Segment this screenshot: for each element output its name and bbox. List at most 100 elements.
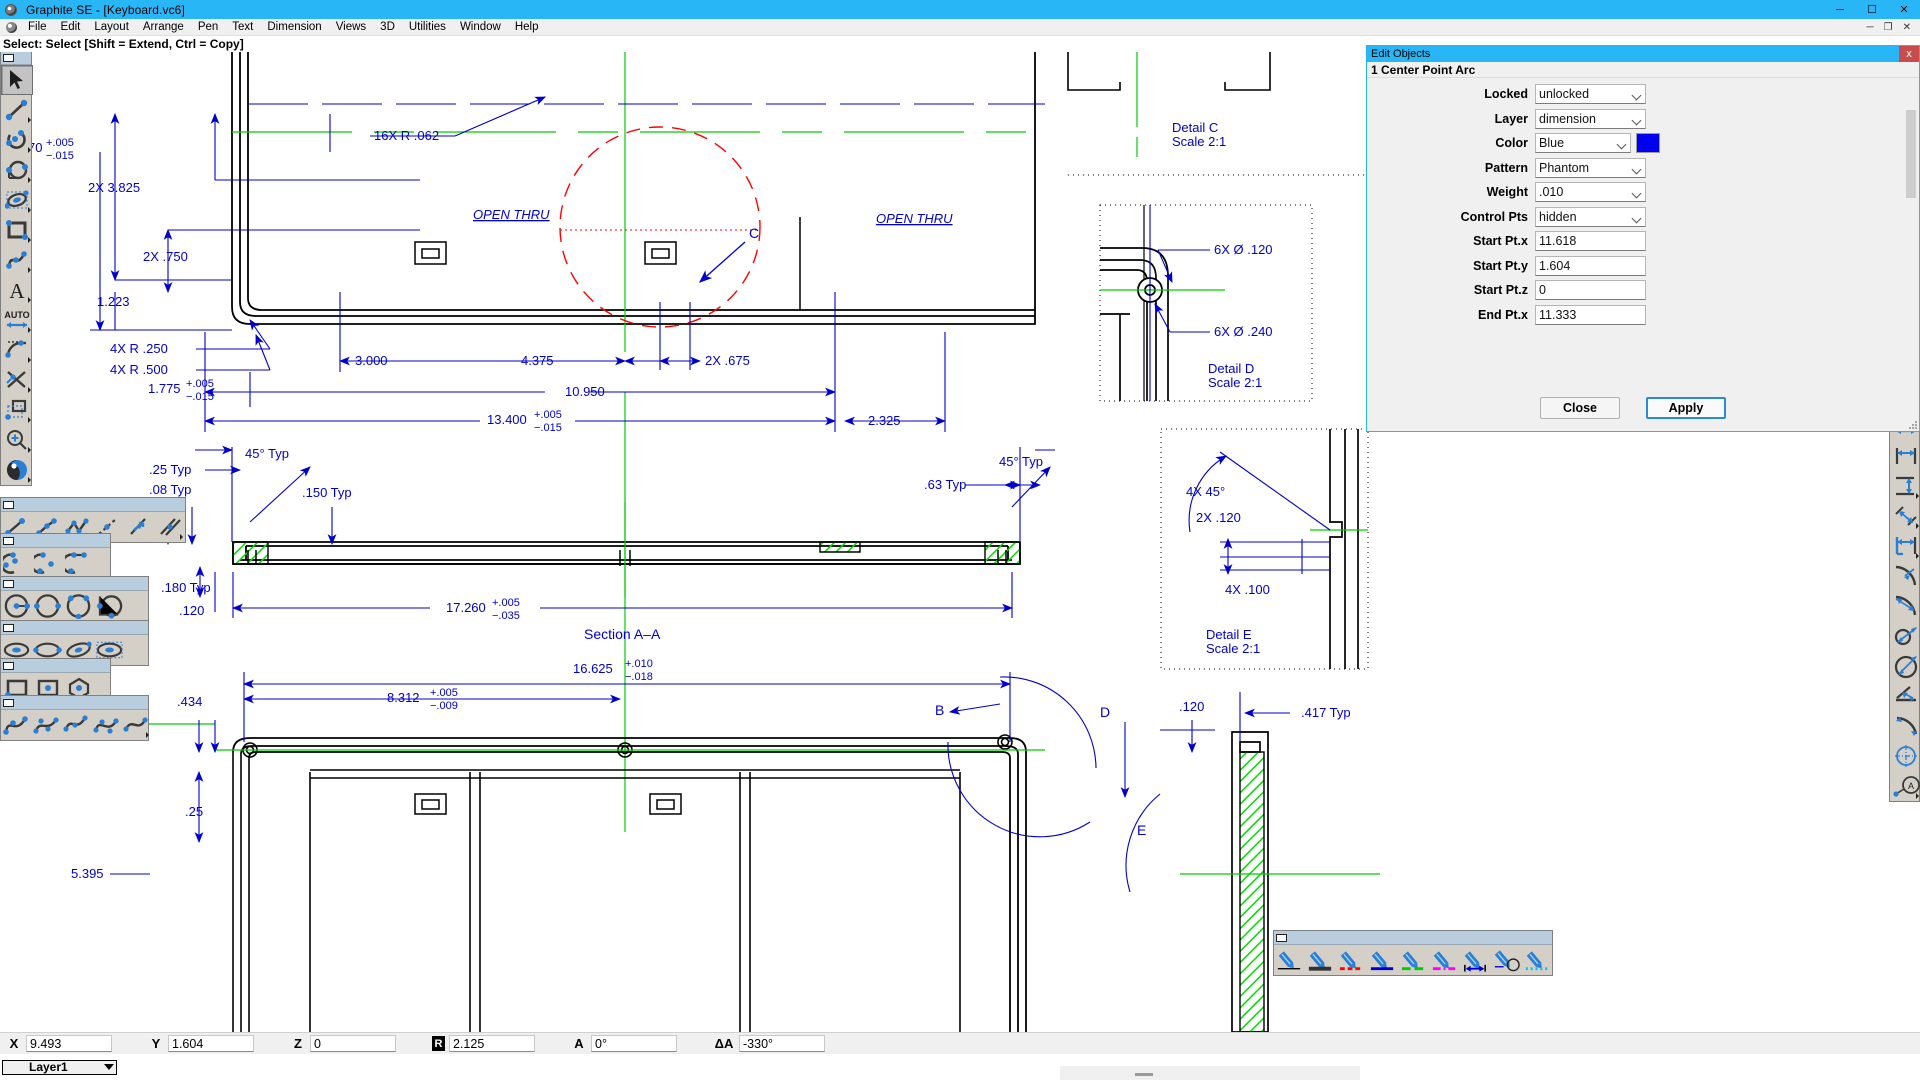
apply-button[interactable]: Apply — [1646, 397, 1726, 419]
palette-grip[interactable] — [1, 577, 148, 591]
maximize-button[interactable]: ☐ — [1856, 0, 1888, 19]
document-minimize-button[interactable]: ─ — [1862, 22, 1879, 33]
palette-grip[interactable] — [1, 52, 31, 65]
layer-select[interactable]: Layer1 — [2, 1059, 117, 1075]
three-point-circle-tool[interactable] — [63, 591, 94, 621]
weight-select[interactable]: .010 — [1535, 182, 1646, 203]
trim-tool[interactable] — [1, 365, 33, 395]
circle-diameter-dimension-button[interactable] — [1890, 651, 1920, 681]
menu-edit[interactable]: Edit — [54, 20, 88, 34]
horizontal-scrollbar[interactable] — [1060, 1066, 1360, 1080]
minimize-button[interactable]: ─ — [1824, 0, 1856, 19]
shade-render-tool[interactable] — [1, 455, 33, 485]
arc-tool[interactable] — [1, 125, 33, 155]
palette-grip[interactable] — [1, 659, 110, 673]
end-point-x-input[interactable]: 11.333 — [1535, 304, 1646, 325]
pen-arrow-button[interactable] — [1460, 945, 1491, 975]
angular-dimension-button[interactable] — [1890, 681, 1920, 711]
y-value-input[interactable]: 1.604 — [168, 1035, 254, 1052]
menu-pen[interactable]: Pen — [191, 20, 225, 34]
color-swatch[interactable] — [1636, 133, 1660, 154]
closed-spline-tool[interactable] — [91, 710, 121, 740]
diameter-arc-dimension-button[interactable] — [1890, 591, 1920, 621]
palette-grip[interactable] — [1, 621, 148, 635]
arc-angle-dimension-button[interactable] — [1890, 711, 1920, 741]
parallel-line-tool[interactable] — [124, 512, 155, 542]
menu-utilities[interactable]: Utilities — [402, 20, 453, 34]
baseline-dimension-button[interactable] — [1890, 531, 1920, 561]
three-point-arc-tool[interactable] — [32, 548, 63, 578]
pen-solid-thick-button[interactable] — [1305, 945, 1336, 975]
spline-tool[interactable] — [1, 245, 33, 275]
pen-solid-blue-button[interactable] — [1367, 945, 1398, 975]
tangent-arc-tool[interactable] — [63, 548, 94, 578]
horizontal-dimension-button[interactable] — [1890, 441, 1920, 471]
locked-select[interactable]: unlocked — [1535, 84, 1646, 105]
palette-grip[interactable] — [1274, 931, 1552, 945]
x-value-input[interactable]: 9.493 — [26, 1035, 112, 1052]
aligned-dimension-button[interactable] — [1890, 501, 1920, 531]
scale-tool[interactable] — [1, 395, 33, 425]
fit-spline-tool[interactable] — [61, 710, 91, 740]
dialog-scrollbar[interactable] — [1906, 82, 1916, 385]
scrollbar-thumb[interactable] — [1135, 1073, 1153, 1076]
start-point-x-input[interactable]: 11.618 — [1535, 231, 1646, 252]
palette-grip[interactable] — [1, 534, 110, 548]
ellipse-tool[interactable] — [1, 185, 33, 215]
document-close-button[interactable]: ✕ — [1898, 22, 1916, 33]
layer-select[interactable]: dimension — [1535, 108, 1646, 129]
pen-circle-button[interactable] — [1491, 945, 1522, 975]
center-radius-circle-tool[interactable] — [1, 591, 32, 621]
dialog-resize-grip[interactable] — [1909, 421, 1917, 429]
zoom-tool[interactable] — [1, 425, 33, 455]
nurb-spline-tool[interactable] — [31, 710, 61, 740]
delta-angle-value-input[interactable]: -330° — [739, 1035, 825, 1052]
leader-note-button[interactable]: A — [1890, 771, 1920, 801]
fillet-tool[interactable] — [1, 335, 33, 365]
radius-value-input[interactable]: 2.125 — [449, 1035, 535, 1052]
center-point-arc-tool[interactable] — [1, 548, 32, 578]
pen-dashed-green-button[interactable] — [1398, 945, 1429, 975]
menu-arrange[interactable]: Arrange — [136, 20, 191, 34]
line-tool[interactable] — [1, 95, 33, 125]
color-select[interactable]: Blue — [1535, 133, 1631, 154]
rectangle-tool[interactable] — [1, 215, 33, 245]
scrollbar-thumb[interactable] — [1906, 110, 1916, 198]
bezier-spline-tool[interactable] — [1, 710, 31, 740]
menu-dimension[interactable]: Dimension — [260, 20, 328, 34]
menu-file[interactable]: File — [21, 20, 54, 34]
edit-spline-tool[interactable] — [121, 710, 151, 740]
start-point-y-input[interactable]: 1.604 — [1535, 255, 1646, 276]
menu-views[interactable]: Views — [329, 20, 373, 34]
menu-text[interactable]: Text — [225, 20, 260, 34]
pen-dashed-red-button[interactable] — [1336, 945, 1367, 975]
pen-dashdot-magenta-button[interactable] — [1429, 945, 1460, 975]
center-mark-button[interactable] — [1890, 741, 1920, 771]
offset-line-tool[interactable] — [154, 512, 185, 542]
auto-dimension-tool[interactable]: AUTO — [1, 305, 33, 335]
vertical-dimension-button[interactable] — [1890, 471, 1920, 501]
small-circle-dimension-button[interactable] — [1890, 621, 1920, 651]
edit-objects-dialog[interactable]: Edit Objects x 1 Center Point Arc Locked… — [1366, 45, 1920, 432]
close-button[interactable]: Close — [1540, 397, 1620, 419]
menu-layout[interactable]: Layout — [87, 20, 136, 34]
angle-value-input[interactable]: 0° — [591, 1035, 677, 1052]
select-arrow-tool[interactable] — [1, 65, 33, 95]
pattern-select[interactable]: Phantom — [1535, 157, 1646, 178]
palette-grip[interactable] — [1, 696, 148, 710]
tangent-circle-tool[interactable] — [94, 591, 125, 621]
close-button[interactable]: ✕ — [1888, 0, 1920, 19]
document-restore-button[interactable]: ❐ — [1879, 22, 1898, 33]
z-value-input[interactable]: 0 — [310, 1035, 396, 1052]
radius-dimension-button[interactable] — [1890, 561, 1920, 591]
menu-3d[interactable]: 3D — [373, 20, 402, 34]
text-tool[interactable]: A — [1, 275, 33, 305]
two-point-circle-tool[interactable] — [32, 591, 63, 621]
control-points-select[interactable]: hidden — [1535, 206, 1646, 227]
dialog-close-icon[interactable]: x — [1899, 46, 1919, 62]
pen-solid-thin-button[interactable] — [1274, 945, 1305, 975]
pen-dotted-cyan-button[interactable] — [1522, 945, 1553, 975]
menu-help[interactable]: Help — [508, 20, 546, 34]
start-point-z-input[interactable]: 0 — [1535, 280, 1646, 301]
menu-window[interactable]: Window — [453, 20, 508, 34]
